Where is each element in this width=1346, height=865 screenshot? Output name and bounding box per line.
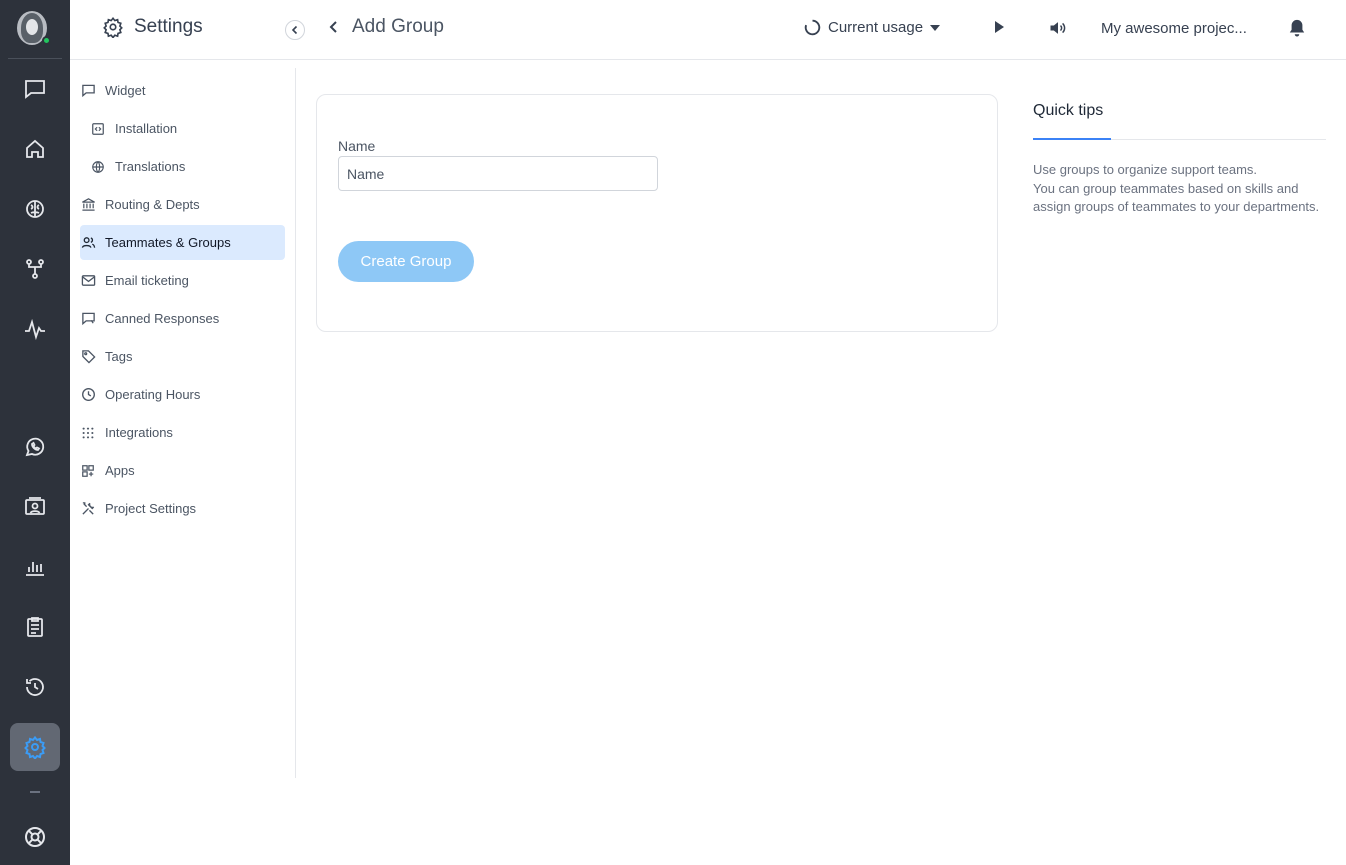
nav-item-teammates-groups[interactable]: Teammates & Groups [80,225,285,260]
notifications-button[interactable] [1288,18,1306,43]
settings-gear-icon[interactable] [22,734,48,760]
nav-item-integrations[interactable]: Integrations [80,415,285,450]
nav-label: Routing & Depts [105,197,200,212]
grid-dots-icon [80,425,96,441]
back-arrow-icon[interactable] [328,20,340,34]
tab-underline [1033,138,1111,140]
group-name-input[interactable] [338,156,658,191]
usage-label: Current usage [828,19,924,36]
help-lifebuoy-icon[interactable] [22,824,48,850]
nav-item-email-ticketing[interactable]: Email ticketing [80,263,285,298]
name-label: Name [338,138,376,154]
rail-dash [30,791,40,793]
activity-icon[interactable] [22,316,48,342]
nav-item-operating-hours[interactable]: Operating Hours [80,377,285,412]
flow-icon[interactable] [22,256,48,282]
settings-title: Settings [134,16,203,37]
nav-label: Integrations [105,425,173,440]
nav-label: Tags [105,349,133,364]
current-usage-dropdown[interactable]: Current usage [804,19,941,36]
nav-label: Translations [115,159,186,174]
settings-heading: Settings [102,16,203,38]
nav-label: Project Settings [105,501,197,516]
page-title: Add Group [352,16,444,37]
tip-line: You can group teammates based on skills … [1033,180,1320,215]
bell-icon [1289,19,1305,37]
add-group-card: Name Create Group [316,94,998,332]
project-selector[interactable]: My awesome projec... [1101,20,1253,37]
quick-tips-header: Quick tips [1033,96,1326,140]
play-icon [995,21,1004,33]
quick-tips-panel: Quick tips Use groups to organize suppor… [1033,96,1326,217]
app-rail [0,0,70,865]
bank-icon [80,197,96,213]
canned-icon [80,311,96,327]
brain-icon[interactable] [22,196,48,222]
volume-icon [1050,22,1066,34]
nav-label: Email ticketing [105,273,189,288]
widget-icon [80,83,96,99]
nav-label: Teammates & Groups [105,235,231,250]
nav-item-installation[interactable]: Installation [80,111,285,146]
usage-spinner-icon [804,19,821,36]
nav-label: Apps [105,463,135,478]
nav-item-widget[interactable]: Widget [80,73,285,108]
settings-sidebar: Widget Installation Translations Routing… [70,68,296,778]
collapse-sidebar-button[interactable] [285,20,305,40]
users-icon [80,235,96,251]
tip-line: Use groups to organize support teams. [1033,162,1258,177]
user-avatar[interactable] [17,11,51,45]
clipboard-icon[interactable] [22,614,48,640]
rail-divider [8,58,62,59]
create-group-button[interactable]: Create Group [338,241,474,282]
top-header: Settings Add Group Current usage My awes… [70,0,1346,60]
nav-item-translations[interactable]: Translations [80,149,285,184]
nav-label: Operating Hours [105,387,201,402]
nav-label: Installation [115,121,178,136]
nav-item-canned-responses[interactable]: Canned Responses [80,301,285,336]
home-icon[interactable] [22,136,48,162]
chat-icon[interactable] [22,76,48,102]
quick-tips-tab[interactable]: Quick tips [1033,102,1103,120]
chevron-left-icon [291,25,298,35]
nav-item-routing[interactable]: Routing & Depts [80,187,285,222]
reports-icon[interactable] [22,554,48,580]
sound-toggle[interactable] [1048,18,1068,43]
quick-tips-text: Use groups to organize support teams. Yo… [1033,161,1326,217]
nav-label: Canned Responses [105,311,220,326]
tag-icon [80,349,96,365]
clock-icon [80,387,96,403]
whatsapp-icon[interactable] [22,434,48,460]
gear-icon [103,16,123,38]
apps-icon [80,463,96,479]
caret-down-icon [930,24,941,31]
nav-item-tags[interactable]: Tags [80,339,285,374]
nav-item-apps[interactable]: Apps [80,453,285,488]
page-heading: Add Group [328,16,444,38]
online-status-dot [42,36,51,45]
mail-icon [80,273,96,289]
tools-icon [80,501,96,517]
play-button[interactable] [992,19,1006,40]
history-icon[interactable] [22,674,48,700]
contacts-icon[interactable] [22,494,48,520]
code-icon [90,121,106,137]
nav-item-project-settings[interactable]: Project Settings [80,491,285,526]
nav-label: Widget [105,83,146,98]
globe-icon [90,159,106,175]
